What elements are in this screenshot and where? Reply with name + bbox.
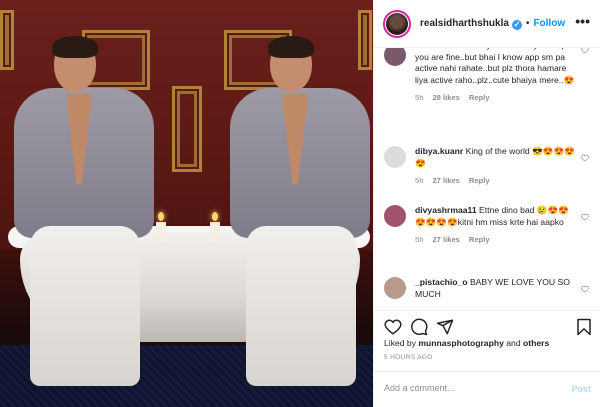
bookmark-icon[interactable] xyxy=(575,318,593,336)
comment-like-heart-icon[interactable] xyxy=(581,213,589,221)
pants xyxy=(246,226,356,386)
liked-by-text: Liked by munnasphotography and others xyxy=(384,338,549,348)
follow-button[interactable]: Follow xyxy=(533,18,565,29)
post-timestamp[interactable]: 5 HOURS AGO xyxy=(384,354,433,361)
candle-flame-2 xyxy=(212,212,218,221)
comment-likes[interactable]: 27 likes xyxy=(432,235,459,244)
liked-by-prefix: Liked by xyxy=(384,338,419,348)
comment-body: _pistachio_o BABY WE LOVE YOU SO MUCH xyxy=(415,277,575,300)
comment-like-heart-icon[interactable] xyxy=(581,154,589,162)
comment-meta: 5h 27 likes Reply xyxy=(415,175,575,187)
commenter-avatar[interactable] xyxy=(384,277,406,299)
comments-list[interactable]: naazs885 Sid bhaiya..how are you..hope y… xyxy=(374,48,600,310)
comment-body: naazs885 Sid bhaiya..how are you..hope y… xyxy=(415,48,575,104)
post-side-panel: realsidharthshukla✓ • Follow ••• naazs88… xyxy=(373,0,600,407)
comment-reply-button[interactable]: Reply xyxy=(469,93,490,102)
pants xyxy=(30,226,140,386)
comment-time[interactable]: 5h xyxy=(415,93,423,102)
comment-like-heart-icon[interactable] xyxy=(581,285,589,293)
comment-bubble-icon[interactable] xyxy=(410,318,428,336)
comment-body: divyashrmaa11 Ettne dino bad 😢😍😍😍😍😍😍kitn… xyxy=(415,205,575,246)
post-photo[interactable] xyxy=(0,0,373,407)
commenter-avatar[interactable] xyxy=(384,205,406,227)
more-options-icon[interactable]: ••• xyxy=(575,13,590,29)
candle-2 xyxy=(210,222,220,242)
comment-time[interactable]: 5h xyxy=(415,176,423,185)
hair xyxy=(52,36,98,58)
photo-frame-center xyxy=(172,86,202,172)
liked-by-others[interactable]: others xyxy=(523,338,549,348)
comment-body: dibya.kuanr King of the world 😎😍😍😍😍 5h 27… xyxy=(415,146,575,187)
header-separator: • xyxy=(525,18,530,29)
author-avatar-image xyxy=(386,12,408,35)
comment-meta: 5h 28 likes Reply xyxy=(415,92,575,104)
author-username[interactable]: realsidharthshukla ✓ xyxy=(420,18,522,30)
hair xyxy=(268,36,314,58)
liked-by-and: and xyxy=(503,338,523,348)
comment-likes[interactable]: 28 likes xyxy=(432,93,459,102)
verified-badge-icon: ✓ xyxy=(511,19,522,30)
add-comment-input[interactable] xyxy=(384,383,554,393)
comment-text: Sid bhaiya..how are you..hope you are fi… xyxy=(415,48,575,85)
post-header: realsidharthshukla ✓ • Follow ••• xyxy=(374,0,600,48)
comment-like-heart-icon[interactable] xyxy=(581,48,589,54)
comment-username[interactable]: naazs885 xyxy=(415,48,453,50)
instagram-post: realsidharthshukla✓ • Follow ••• naazs88… xyxy=(0,0,600,407)
liked-by-user[interactable]: munnasphotography xyxy=(418,338,503,348)
comment-username[interactable]: dibya.kuanr xyxy=(415,146,463,156)
commenter-avatar[interactable] xyxy=(384,48,406,66)
comment-meta: 5h 27 likes Reply xyxy=(415,234,575,246)
person-right xyxy=(222,36,373,386)
author-avatar[interactable] xyxy=(383,9,411,38)
comment-username[interactable]: _pistachio_o xyxy=(415,277,468,287)
post-comment-button[interactable]: Post xyxy=(571,384,591,394)
comment-username[interactable]: divyashrmaa11 xyxy=(415,205,477,215)
add-comment-bar: Post xyxy=(374,371,600,407)
comment-likes[interactable]: 27 likes xyxy=(432,176,459,185)
commenter-avatar[interactable] xyxy=(384,146,406,168)
comment-reply-button[interactable]: Reply xyxy=(469,235,490,244)
author-username-text[interactable]: realsidharthshukla xyxy=(420,18,509,29)
like-heart-icon[interactable] xyxy=(384,318,402,336)
share-icon[interactable] xyxy=(436,318,454,336)
comment-time[interactable]: 5h xyxy=(415,235,423,244)
comment-reply-button[interactable]: Reply xyxy=(469,176,490,185)
person-left xyxy=(6,36,166,386)
